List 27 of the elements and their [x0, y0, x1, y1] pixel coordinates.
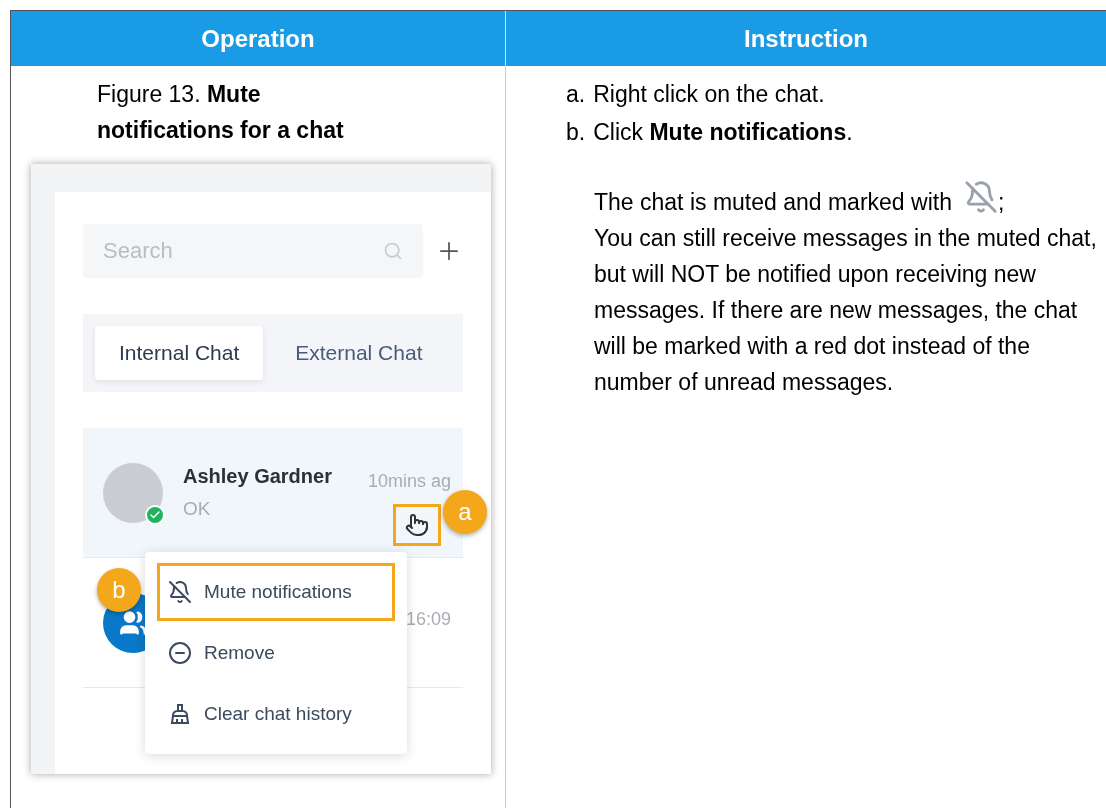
- menu-item[interactable]: Remove: [157, 624, 395, 682]
- message-time: 16:09: [405, 608, 451, 631]
- hand-cursor-icon: [405, 513, 429, 537]
- muted-bell-icon: [168, 580, 192, 604]
- step-text: Right click on the chat.: [593, 80, 825, 109]
- step-text: Click Mute notifications.: [593, 118, 853, 147]
- figure-caption: Figure 13. Mute notifications for a chat: [97, 81, 344, 143]
- last-message: OK: [183, 497, 212, 522]
- step-marker: a.: [566, 80, 586, 109]
- result-text: The chat is muted and marked with: [594, 188, 952, 217]
- column-header: Operation: [201, 23, 315, 54]
- result-text: ;: [997, 188, 1005, 217]
- contact-name: Ashley Gardner: [183, 464, 333, 490]
- search-field[interactable]: Search: [83, 224, 423, 278]
- column-header: Instruction: [744, 23, 868, 54]
- menu-item[interactable]: Clear chat history: [157, 685, 395, 743]
- minus-circle-icon: [168, 641, 192, 665]
- menu-item[interactable]: Mute notifications: [157, 563, 395, 621]
- chat-tab[interactable]: External Chat: [271, 326, 447, 380]
- step-callout: a: [443, 490, 487, 534]
- message-time: 10mins ag: [367, 470, 451, 493]
- search-icon: [383, 241, 403, 261]
- step-marker: b.: [566, 118, 586, 147]
- result-note: You can still receive messages in the muted chat, but will NOT be notified upon receiving new messages. If there are new messages, the chat will be marked with a red dot instead of the number of unread messages.: [594, 224, 1098, 397]
- chat-tab[interactable]: Internal Chat: [95, 326, 264, 380]
- broom-icon: [168, 702, 192, 726]
- muted-bell-icon: [963, 180, 998, 214]
